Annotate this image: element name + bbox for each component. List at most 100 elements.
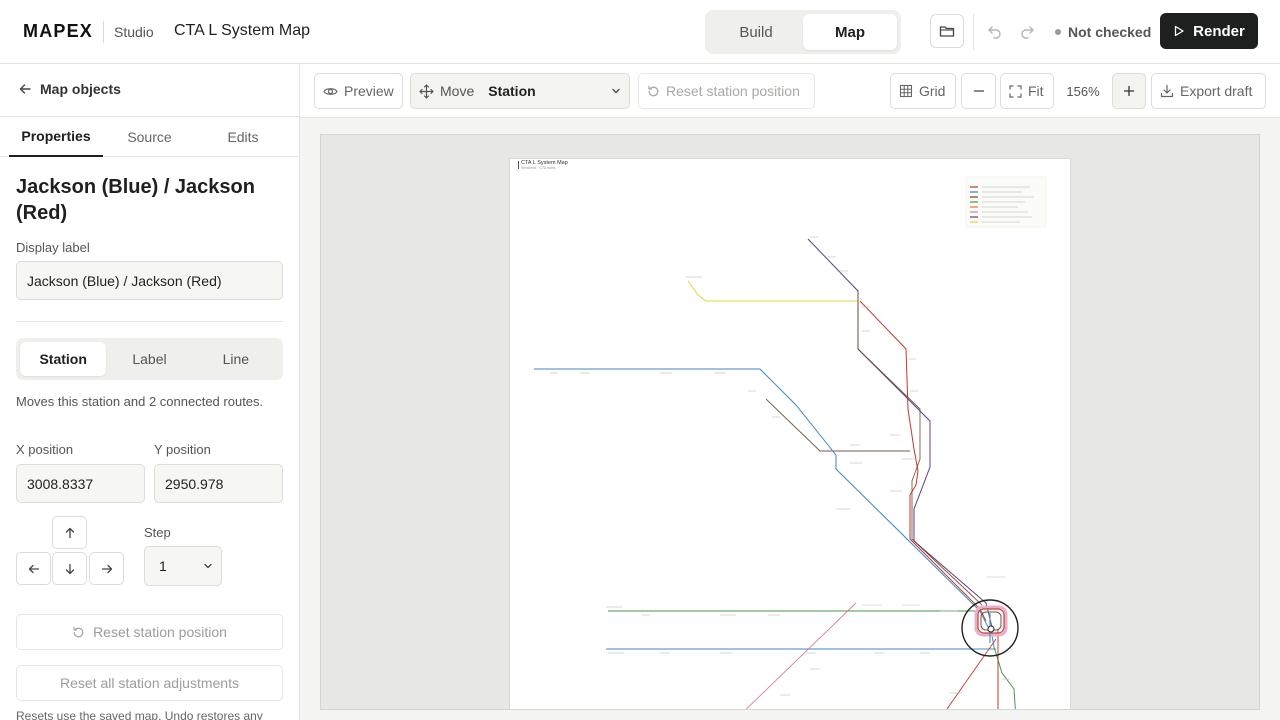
download-icon	[1160, 84, 1174, 98]
tab-properties[interactable]: Properties	[9, 117, 103, 157]
object-type-station[interactable]: Station	[20, 342, 107, 376]
red-line-north	[859, 300, 987, 622]
map-legend	[965, 176, 1047, 228]
mode-map-button[interactable]: Map	[803, 14, 897, 50]
nudge-right-button[interactable]	[89, 552, 124, 585]
step-select[interactable]: 1	[144, 546, 222, 586]
yellow-line	[687, 280, 858, 302]
display-label-input[interactable]: Jackson (Blue) / Jackson (Red)	[16, 261, 283, 300]
status-dot	[1055, 29, 1061, 35]
open-project-button[interactable]	[930, 14, 964, 48]
y-position-caption: Y position	[154, 442, 211, 457]
zoom-level: 156%	[1060, 73, 1106, 109]
redo-button[interactable]	[1016, 20, 1038, 42]
arrow-up-icon	[64, 527, 76, 539]
step-caption: Step	[144, 525, 171, 540]
pink-line	[765, 398, 910, 452]
reset-station-button[interactable]: Reset station position	[16, 614, 283, 650]
pink-line-south	[745, 602, 857, 709]
export-draft-button[interactable]: Export draft	[1151, 73, 1266, 109]
arrow-left-icon	[18, 82, 32, 96]
tab-edits[interactable]: Edits	[196, 117, 290, 157]
move-hint: Moves this station and 2 connected route…	[16, 394, 264, 409]
object-type-line[interactable]: Line	[193, 342, 279, 376]
move-tool-group: Move Station	[410, 73, 630, 109]
preview-label: Preview	[344, 83, 394, 99]
grid-icon	[899, 84, 913, 98]
arrow-right-icon	[101, 563, 113, 575]
reset-icon	[647, 85, 660, 98]
x-position-input[interactable]: 3008.8337	[16, 464, 145, 503]
nudge-up-button[interactable]	[52, 516, 87, 549]
nudge-left-button[interactable]	[16, 552, 51, 585]
app-logo: MAPEX	[23, 21, 93, 42]
header-divider	[973, 14, 974, 50]
toolbar-reset-station-button[interactable]: Reset station position	[638, 73, 815, 109]
mode-build-button[interactable]: Build	[709, 14, 803, 50]
plus-icon	[1123, 85, 1135, 97]
grid-toggle[interactable]: Grid	[890, 73, 956, 109]
blue-line	[534, 368, 995, 648]
station-title: Jackson (Blue) / Jackson (Red)	[16, 176, 255, 224]
section-divider	[16, 321, 283, 322]
brown-line	[857, 291, 983, 606]
studio-label: Studio	[114, 24, 154, 40]
minus-icon	[973, 85, 985, 97]
reset-all-label: Reset all station adjustments	[60, 675, 239, 691]
fit-icon	[1009, 84, 1022, 98]
back-label: Map objects	[40, 81, 121, 97]
station-labels	[550, 236, 1010, 696]
nudge-down-button[interactable]	[52, 552, 87, 585]
zoom-out-button[interactable]	[961, 73, 996, 109]
reset-all-button[interactable]: Reset all station adjustments	[16, 665, 283, 701]
fit-button[interactable]: Fit	[1000, 73, 1054, 109]
reset-footnote: Resets use the saved map. Undo restores …	[16, 709, 263, 720]
logo-divider	[103, 21, 104, 43]
undo-icon	[987, 23, 1003, 39]
toolbar-reset-station-label: Reset station position	[666, 83, 800, 99]
canvas-board[interactable]: CTA L System Map Rendered · CTA trains	[320, 134, 1260, 710]
render-button[interactable]: Render	[1160, 13, 1258, 49]
reset-icon	[72, 626, 85, 639]
arrow-down-icon	[64, 563, 76, 575]
export-label: Export draft	[1180, 83, 1253, 99]
purple-line	[807, 238, 993, 628]
redo-icon	[1019, 23, 1035, 39]
selected-station-marker	[987, 625, 995, 633]
y-position-input[interactable]: 2950.978	[154, 464, 283, 503]
object-type-label[interactable]: Label	[106, 342, 192, 376]
fit-label: Fit	[1028, 83, 1044, 99]
map-sheet[interactable]: CTA L System Map Rendered · CTA trains	[510, 159, 1070, 709]
x-position-caption: X position	[16, 442, 74, 457]
canvas-toolbar: Preview Move Station Reset station posit…	[300, 64, 1280, 118]
tab-source[interactable]: Source	[103, 117, 196, 157]
step-value: 1	[159, 558, 167, 574]
zoom-in-button[interactable]	[1112, 73, 1146, 109]
check-status: Not checked	[1055, 24, 1151, 40]
top-bar: MAPEX Studio CTA L System Map Build Map …	[0, 0, 1280, 64]
arrow-left-icon	[28, 563, 40, 575]
document-title[interactable]: CTA L System Map	[174, 22, 310, 40]
logo-text: MAPEX	[23, 21, 94, 41]
object-type-switch: Station Label Line	[16, 338, 283, 380]
chevron-down-icon	[203, 561, 213, 571]
status-text: Not checked	[1068, 24, 1152, 40]
transit-map	[534, 176, 1047, 709]
preview-button[interactable]: Preview	[314, 73, 403, 109]
eye-icon	[323, 84, 338, 99]
folder-icon	[939, 23, 955, 39]
render-label: Render	[1193, 22, 1245, 40]
sidebar-tabs: Properties Source Edits	[0, 116, 299, 157]
move-target-select[interactable]: Station	[482, 83, 629, 99]
move-icon	[419, 83, 434, 99]
green-line-south	[993, 646, 1016, 709]
chevron-down-icon	[611, 86, 621, 96]
grid-label: Grid	[919, 83, 946, 99]
move-label: Move	[440, 83, 475, 99]
display-label-caption: Display label	[16, 240, 90, 255]
back-to-map-objects[interactable]: Map objects	[18, 81, 121, 97]
move-target-value: Station	[488, 83, 536, 99]
move-tool[interactable]: Move	[411, 83, 482, 99]
undo-button[interactable]	[984, 20, 1006, 42]
mode-switch: Build Map	[705, 10, 901, 54]
